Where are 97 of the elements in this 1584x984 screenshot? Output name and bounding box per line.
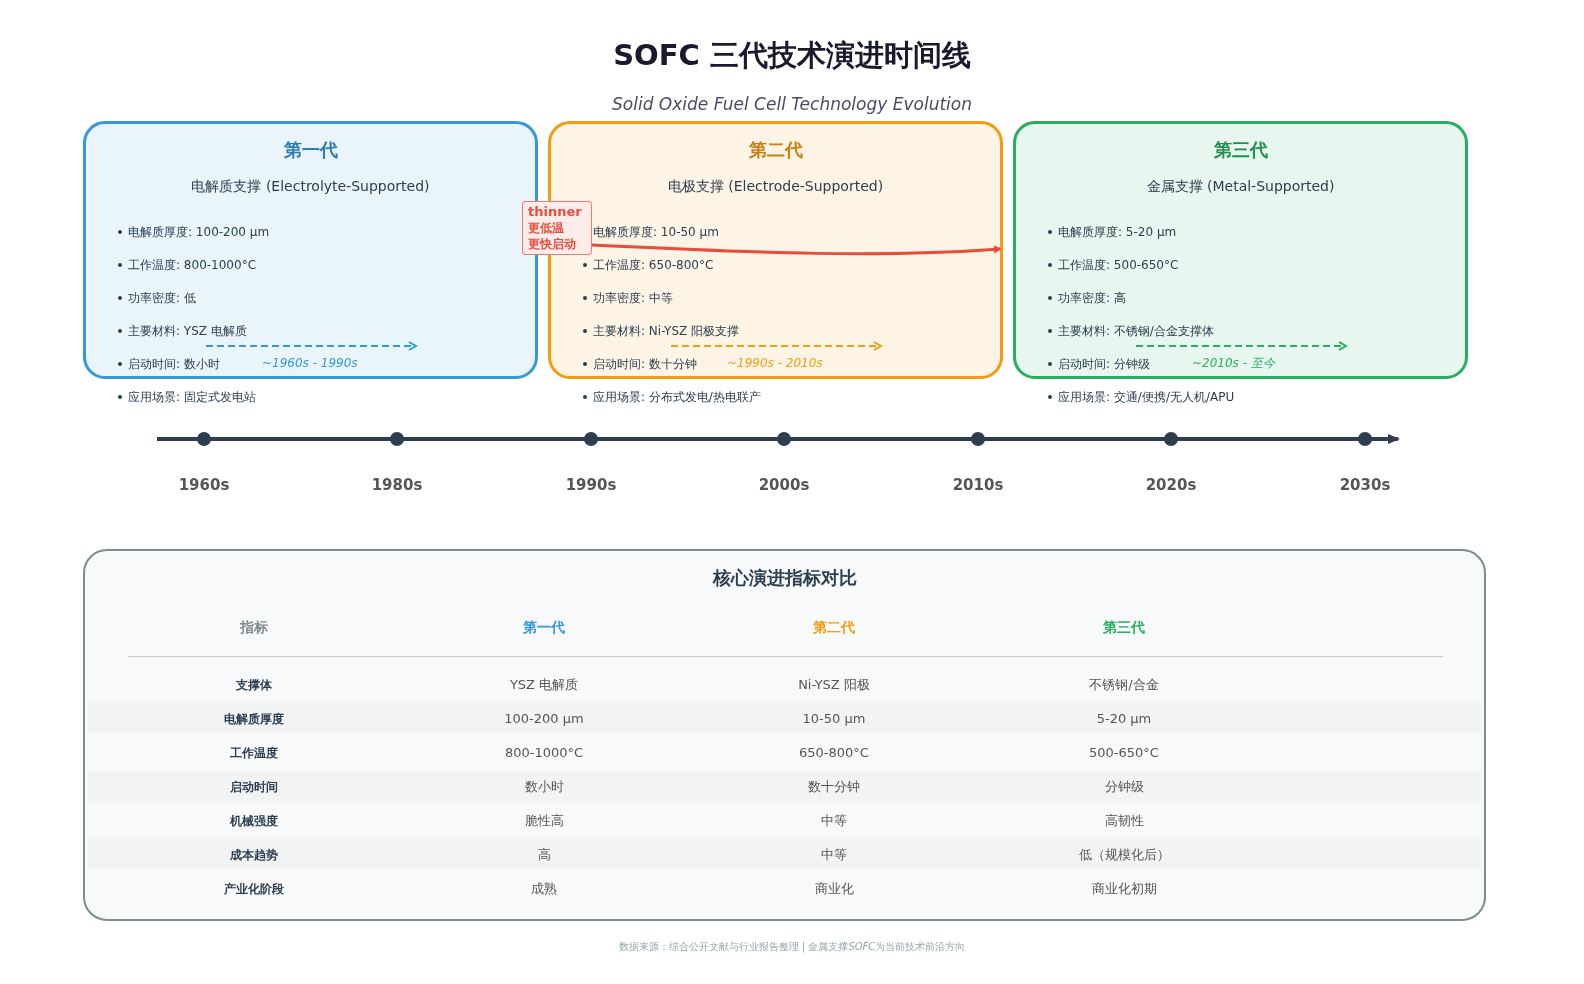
- row-label: 支撑体: [236, 678, 272, 692]
- timeline-dot: [777, 432, 791, 446]
- spec-item: 启动时间: 数小时: [128, 355, 220, 373]
- period-label: ~1960s - 1990s: [262, 355, 358, 372]
- timeline-label: 1960s: [177, 475, 231, 496]
- card-title: 第一代: [283, 137, 338, 161]
- bullet-icon: [583, 328, 587, 333]
- footer-note: 数据来源：综合公开文献与行业报告整理 | 金属支撑SOFC为当前技术前沿方向: [618, 940, 966, 954]
- bullet-icon: [1048, 328, 1052, 333]
- bullet-icon: [583, 295, 587, 300]
- card-subtitle: 金属支撑 (Metal-Supported): [1146, 176, 1335, 196]
- column-header: 第三代: [1103, 618, 1145, 635]
- period-label: ~2010s - 至今: [1192, 355, 1275, 372]
- table-cell: 中等: [821, 813, 847, 828]
- spec-item: 电解质厚度: 5-20 μm: [1058, 223, 1177, 241]
- annotation-text: thinner: [528, 204, 583, 220]
- table-cell: 数十分钟: [808, 779, 860, 794]
- bullet-icon: [118, 328, 122, 333]
- spec-item: 工作温度: 650-800°C: [593, 256, 714, 274]
- table-cell: 商业化初期: [1091, 881, 1157, 896]
- bullet-icon: [1048, 295, 1052, 300]
- bullet-icon: [118, 295, 122, 300]
- panel-title: 核心演进指标对比: [712, 565, 857, 590]
- table-cell: 10-50 μm: [802, 711, 866, 726]
- spec-item: 应用场景: 固定式发电站: [128, 388, 256, 406]
- timeline-label: 2010s: [951, 475, 1005, 496]
- annotation-text: 更快启动: [528, 236, 577, 252]
- card-subtitle: 电解质支撑 (Electrolyte-Supported): [191, 176, 430, 196]
- table-cell: 高韧性: [1104, 813, 1144, 828]
- bullet-icon: [583, 361, 587, 366]
- table-cell: 100-200 μm: [504, 711, 584, 726]
- table-cell: 数小时: [524, 779, 564, 794]
- timeline-label: 2030s: [1338, 475, 1392, 496]
- table-cell: 5-20 μm: [1096, 711, 1152, 726]
- table-cell: 不锈钢/合金: [1089, 677, 1159, 692]
- table-cell: YSZ 电解质: [509, 677, 579, 692]
- timeline-dot: [1358, 432, 1372, 446]
- spec-item: 功率密度: 中等: [593, 289, 673, 307]
- table-cell: Ni-YSZ 阳极: [798, 677, 870, 692]
- timeline-dot: [390, 432, 404, 446]
- timeline-dot: [1164, 432, 1178, 446]
- column-header: 第一代: [523, 618, 565, 635]
- row-label: 机械强度: [230, 814, 278, 828]
- spec-item: 电解质厚度: 100-200 μm: [128, 223, 270, 241]
- bullet-icon: [118, 229, 122, 234]
- bullet-icon: [118, 361, 122, 366]
- bullet-icon: [1048, 394, 1052, 399]
- bullet-icon: [583, 394, 587, 399]
- row-label: 工作温度: [230, 746, 278, 760]
- bullet-icon: [1048, 361, 1052, 366]
- annotation-text: 更低温: [528, 220, 565, 236]
- table-cell: 500-650°C: [1089, 745, 1159, 760]
- row-label: 成本趋势: [230, 848, 278, 862]
- table-cell: 低（规模化后）: [1078, 847, 1170, 862]
- table-cell: 分钟级: [1104, 779, 1144, 794]
- bullet-icon: [583, 262, 587, 267]
- spec-item: 应用场景: 分布式发电/热电联产: [593, 388, 761, 406]
- timeline-label: 2020s: [1144, 475, 1198, 496]
- spec-item: 电解质厚度: 10-50 μm: [593, 223, 719, 241]
- timeline-label: 1980s: [370, 475, 424, 496]
- table-cell: 商业化: [814, 881, 854, 896]
- column-header: 第二代: [813, 618, 855, 635]
- bullet-icon: [118, 262, 122, 267]
- table-cell: 中等: [821, 847, 847, 862]
- spec-item: 工作温度: 500-650°C: [1058, 256, 1179, 274]
- page-title: SOFC 三代技术演进时间线: [613, 37, 971, 75]
- table-cell: 成熟: [531, 881, 557, 896]
- spec-item: 启动时间: 分钟级: [1058, 355, 1150, 373]
- card-subtitle: 电极支撑 (Electrode-Supported): [667, 176, 884, 196]
- spec-item: 功率密度: 高: [1058, 289, 1126, 307]
- table-cell: 650-800°C: [799, 745, 869, 760]
- column-header: 指标: [240, 618, 268, 635]
- page-subtitle: Solid Oxide Fuel Cell Technology Evolution: [612, 93, 972, 117]
- spec-item: 主要材料: 不锈钢/合金支撑体: [1058, 322, 1214, 340]
- spec-item: 启动时间: 数十分钟: [593, 355, 697, 373]
- bullet-icon: [1048, 262, 1052, 267]
- card-title: 第三代: [1213, 137, 1268, 161]
- timeline-dot: [584, 432, 598, 446]
- spec-item: 工作温度: 800-1000°C: [128, 256, 256, 274]
- spec-item: 主要材料: YSZ 电解质: [128, 322, 247, 340]
- timeline-dot: [971, 432, 985, 446]
- timeline-label: 2000s: [757, 475, 811, 496]
- spec-item: 功率密度: 低: [128, 289, 196, 307]
- timeline-dot: [197, 432, 211, 446]
- table-cell: 高: [537, 847, 551, 862]
- card-title: 第二代: [748, 137, 803, 161]
- table-cell: 脆性高: [524, 813, 564, 828]
- timeline-label: 1990s: [564, 475, 618, 496]
- spec-item: 主要材料: Ni-YSZ 阳极支撑: [593, 322, 740, 340]
- bullet-icon: [118, 394, 122, 399]
- spec-item: 应用场景: 交通/便携/无人机/APU: [1058, 388, 1235, 406]
- row-label: 启动时间: [230, 780, 278, 794]
- period-label: ~1990s - 2010s: [727, 355, 823, 372]
- row-label: 产业化阶段: [224, 882, 284, 896]
- row-label: 电解质厚度: [224, 712, 284, 726]
- bullet-icon: [1048, 229, 1052, 234]
- table-cell: 800-1000°C: [504, 745, 584, 760]
